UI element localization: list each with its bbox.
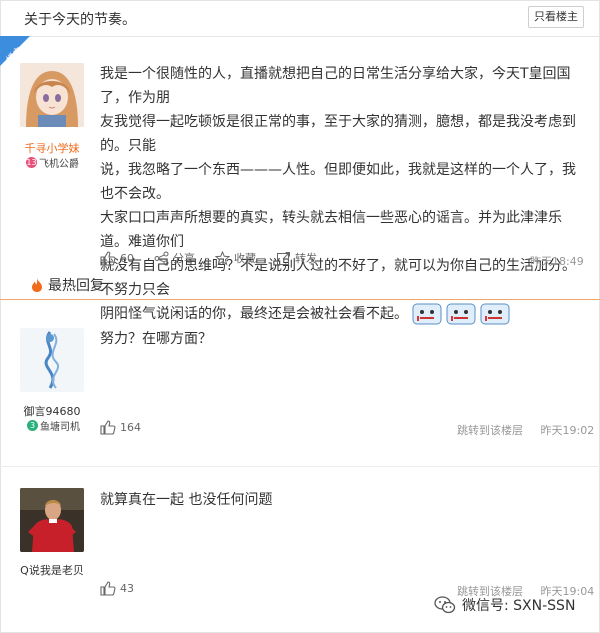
reply-meta: 跳转到该楼层 昨天19:02: [457, 422, 594, 438]
op-content-line: 大家口口声声所想要的真实，转头就去相信一些恶心的谣言。并为此津津乐道。难道你们: [100, 210, 562, 250]
thread-header: 关于今天的节奏。 只看楼主: [0, 0, 600, 37]
like-button[interactable]: 43: [100, 581, 134, 596]
jump-to-floor-link[interactable]: 跳转到该楼层: [457, 424, 523, 437]
like-count: 164: [120, 421, 141, 434]
crying-emoji-icon: [412, 303, 442, 325]
only-op-button[interactable]: 只看楼主: [528, 6, 584, 28]
level-badge-icon: 13: [26, 157, 37, 168]
reply-actions: 164: [100, 420, 161, 435]
avatar[interactable]: [20, 63, 84, 127]
favorite-label: 收藏: [234, 252, 256, 265]
wechat-watermark: 微信号: SXN-SSN: [434, 595, 575, 615]
reply-content: 努力？在哪方面？: [100, 331, 212, 347]
reply-content: 就算真在一起 也没任何问题: [100, 492, 273, 508]
forward-icon: [276, 251, 291, 266]
crying-emoji-icon: [446, 303, 476, 325]
reply-divider: [0, 466, 600, 467]
footballer-avatar-icon: [20, 488, 84, 552]
abstract-figure-avatar-icon: [20, 328, 84, 392]
op-content-line: 友我觉得一起吃顿饭是很正常的事，至于大家的猜测，臆想，都是我没考虑到的。只能: [100, 114, 576, 154]
like-count: 60: [120, 251, 134, 265]
hot-replies-divider: [0, 299, 600, 300]
avatar[interactable]: [20, 328, 84, 392]
like-count: 43: [120, 582, 134, 595]
forward-label: 转发: [295, 252, 317, 265]
op-username[interactable]: 千寻小学妹: [12, 140, 92, 156]
op-content-line: 我是一个很随性的人，直播就想把自己的日常生活分享给大家，今天T皇回国了，作为朋: [100, 66, 571, 106]
op-level-title: 飞机公爵: [39, 159, 79, 170]
thread-title: 关于今天的节奏。: [24, 12, 136, 28]
like-button[interactable]: 164: [100, 420, 141, 435]
reply-username[interactable]: Q说我是老贝: [12, 562, 92, 578]
op-content-last-row: 阴阳怪气说闲话的你，最终还是会被社会看不起。: [100, 302, 585, 326]
op-content: 我是一个很随性的人，直播就想把自己的日常生活分享给大家，今天T皇回国了，作为朋 …: [100, 62, 585, 326]
op-level: 13 飞机公爵: [26, 155, 79, 170]
hot-replies-header: 最热回复: [30, 275, 104, 295]
favorite-button[interactable]: 收藏: [215, 250, 256, 266]
fire-icon: [30, 277, 44, 293]
level-badge-icon: 3: [27, 420, 38, 431]
reply-username[interactable]: 御言94680: [12, 403, 92, 419]
anime-girl-avatar-icon: [20, 63, 84, 127]
op-content-line: 说，我忽略了一个东西———人性。但即便如此，我就是这样的一个人了，我也不会改。: [100, 162, 576, 202]
forward-button[interactable]: 转发: [276, 250, 317, 266]
thumbs-up-icon: [100, 420, 116, 435]
wechat-id: 微信号: SXN-SSN: [462, 598, 576, 614]
thumbs-up-icon: [100, 581, 116, 596]
star-icon: [215, 250, 230, 266]
share-button[interactable]: 分享: [154, 250, 195, 266]
reply-level: 3 鱼塘司机: [27, 418, 80, 433]
reply-actions: 43: [100, 581, 154, 596]
op-actions: 60 分享 收藏 转发: [100, 250, 337, 266]
thumbs-up-icon: [100, 250, 116, 266]
share-icon: [154, 251, 169, 266]
crying-emoji-icon: [480, 303, 510, 325]
share-label: 分享: [173, 252, 195, 265]
like-button[interactable]: 60: [100, 250, 134, 266]
op-time: 昨天18:49: [530, 255, 584, 268]
reply-time: 昨天19:02: [540, 424, 595, 437]
op-content-line: 阴阳怪气说闲话的你，最终还是会被社会看不起。: [100, 306, 408, 322]
wechat-icon: [434, 596, 456, 614]
reply-level-title: 鱼塘司机: [40, 422, 80, 433]
avatar[interactable]: [20, 488, 84, 552]
hot-replies-label: 最热回复: [48, 278, 104, 294]
